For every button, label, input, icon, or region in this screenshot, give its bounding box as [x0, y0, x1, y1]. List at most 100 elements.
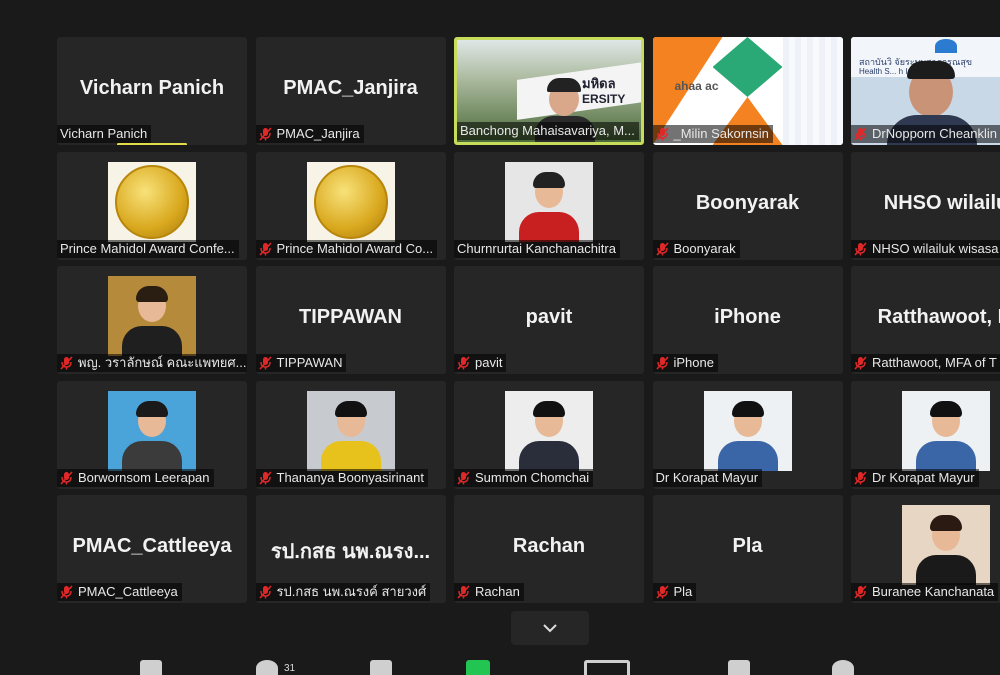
participant-name-display: iPhone [714, 306, 781, 328]
participants-icon[interactable] [256, 660, 278, 675]
mic-muted-icon [854, 241, 867, 256]
mic-muted-icon [655, 127, 669, 141]
participant-tile[interactable]: Prince Mahidol Award Co... [255, 151, 446, 260]
participant-tile[interactable]: รป.กสธ นพ.ณรง... รป.กสธ นพ.ณรงค์ สายวงศ์ [255, 495, 446, 603]
share-screen-icon[interactable] [466, 660, 490, 675]
chevron-down-icon [543, 624, 557, 633]
participant-caption: Churnrurtai Kanchanachitra [454, 239, 620, 258]
participant-tile[interactable]: Buranee Kanchanata [851, 495, 1000, 603]
security-icon[interactable] [140, 660, 162, 675]
participant-caption-text: NHSO wilailuk wisasa [872, 240, 999, 256]
participant-tile[interactable]: PMAC_Janjira PMAC_Janjira [255, 37, 446, 145]
record-icon[interactable] [584, 660, 630, 675]
participant-caption-text: iPhone [673, 355, 714, 370]
participant-name-display: Pla [732, 535, 763, 557]
mic-muted-icon [258, 356, 272, 370]
participant-caption-text: pavit [475, 355, 503, 370]
participant-caption: Rachan [454, 583, 524, 601]
participant-caption: iPhone [652, 354, 718, 372]
mic-muted-icon [655, 585, 669, 599]
participant-tile[interactable]: Churnrurtai Kanchanachitra [454, 151, 644, 260]
participant-caption-text: Ratthawoot, MFA of T [872, 355, 997, 370]
participant-tile[interactable]: Dr Korapat Mayur [851, 380, 1000, 489]
participants-count: 31 [284, 663, 296, 674]
participant-caption: Ratthawoot, MFA of T [851, 354, 1000, 372]
participant-tile[interactable]: สถาบันวิ จัยระบบสาธารณสุขHealth S... h I… [851, 37, 1000, 145]
reactions-icon[interactable] [832, 660, 854, 675]
participant-caption-text: PMAC_Janjira [276, 126, 360, 141]
award-coin-image [306, 161, 395, 242]
participant-caption-text: PMAC_Cattleeya [78, 584, 178, 599]
speaking-indicator [117, 143, 187, 145]
participant-caption: Prince Mahidol Award Confe... [57, 239, 239, 258]
participant-name-display: pavit [525, 306, 573, 328]
participant-caption-text: Boonyarak [673, 240, 736, 256]
participant-caption: NHSO wilailuk wisasa [851, 239, 1000, 258]
person-photo [902, 390, 990, 471]
mic-muted-icon [258, 585, 272, 599]
participant-name-display: รป.กสธ นพ.ณรง... [270, 541, 431, 563]
participant-name-display: Rachan [512, 535, 586, 557]
participant-tile[interactable]: TIPPAWAN TIPPAWAN [255, 266, 446, 374]
participant-tile[interactable]: มหิดล ERSITY Banchong Mahaisavariya, M... [454, 37, 644, 145]
person-photo [108, 276, 196, 356]
participant-caption-text: รป.กสธ นพ.ณรงค์ สายวงศ์ [276, 584, 427, 599]
breakout-icon[interactable] [728, 660, 750, 675]
person-photo [306, 390, 395, 471]
participant-tile[interactable]: ahaa ac _Milin Sakornsin [652, 37, 843, 145]
participant-name-display: TIPPAWAN [299, 306, 402, 328]
expand-toolbar-button[interactable] [511, 611, 589, 645]
participant-caption-text: Buranee Kanchanata [872, 584, 995, 599]
participant-tile[interactable]: Pla Pla [652, 495, 843, 603]
participant-tile[interactable]: Ratthawoot, M Ratthawoot, MFA of T [851, 266, 1000, 374]
participant-caption: Borwornsom Leerapan [57, 468, 214, 487]
mic-muted-icon [258, 127, 272, 141]
participant-caption-text: Pla [673, 584, 693, 599]
participant-tile[interactable]: Thananya Boonyasirinant [255, 380, 446, 489]
chat-icon[interactable] [370, 660, 392, 675]
participant-caption-text: Summon Chomchai [475, 469, 590, 485]
participant-tile[interactable]: พญ. วราลักษณ์ คณะแพทยศ... [57, 266, 247, 374]
mic-muted-icon [457, 356, 470, 370]
participant-caption-text: TIPPAWAN [276, 355, 343, 370]
participant-tile[interactable]: Vicharn Panich Vicharn Panich [57, 37, 247, 145]
participant-tile[interactable]: iPhone iPhone [652, 266, 843, 374]
participant-tile[interactable]: Boonyarak Boonyarak [652, 151, 843, 260]
participant-caption: PMAC_Janjira [255, 125, 364, 143]
mic-muted-icon [60, 585, 73, 599]
participant-caption-text: Vicharn Panich [60, 126, 148, 141]
mic-muted-icon [60, 470, 73, 485]
participant-tile[interactable]: Summon Chomchai [454, 380, 644, 489]
participant-name-display: PMAC_Cattleeya [72, 535, 232, 557]
participant-caption-text: Dr Korapat Mayur [872, 469, 975, 485]
participant-tile[interactable]: Rachan Rachan [454, 495, 644, 603]
participant-name-display: Vicharn Panich [79, 77, 225, 99]
participant-caption: Summon Chomchai [454, 468, 594, 487]
participant-name-display: Boonyarak [695, 191, 800, 214]
participant-caption-text: Banchong Mahaisavariya, M... [460, 123, 635, 138]
mic-muted-icon [258, 241, 272, 256]
participant-caption: Buranee Kanchanata [851, 583, 999, 601]
mic-muted-icon [854, 585, 867, 599]
participant-caption: พญ. วราลักษณ์ คณะแพทยศ... [57, 354, 247, 372]
mic-muted-icon [457, 470, 470, 485]
participant-name-display: PMAC_Janjira [283, 77, 418, 99]
participant-tile[interactable]: Prince Mahidol Award Confe... [57, 151, 247, 260]
participant-tile[interactable]: PMAC_Cattleeya PMAC_Cattleeya [57, 495, 247, 603]
participant-caption: Dr Korapat Mayur [652, 468, 763, 487]
participant-tile[interactable]: NHSO wilailu NHSO wilailuk wisasa [851, 151, 1000, 260]
participant-caption: Boonyarak [652, 239, 740, 258]
mic-muted-icon [854, 356, 867, 370]
participant-caption: Dr Korapat Mayur [851, 468, 979, 487]
participant-tile[interactable]: Dr Korapat Mayur [652, 380, 843, 489]
person-photo [505, 390, 593, 471]
participant-caption: DrNopporn Cheanklin [851, 125, 1000, 143]
participant-tile[interactable]: pavit pavit [454, 266, 644, 374]
participant-tile[interactable]: Borwornsom Leerapan [57, 380, 247, 489]
award-coin-image [108, 161, 196, 242]
mic-muted-icon [854, 127, 867, 141]
mic-muted-icon [457, 585, 470, 599]
participant-caption-text: Prince Mahidol Award Confe... [60, 240, 235, 256]
participant-caption-text: Prince Mahidol Award Co... [276, 240, 434, 256]
person-photo [505, 161, 593, 242]
